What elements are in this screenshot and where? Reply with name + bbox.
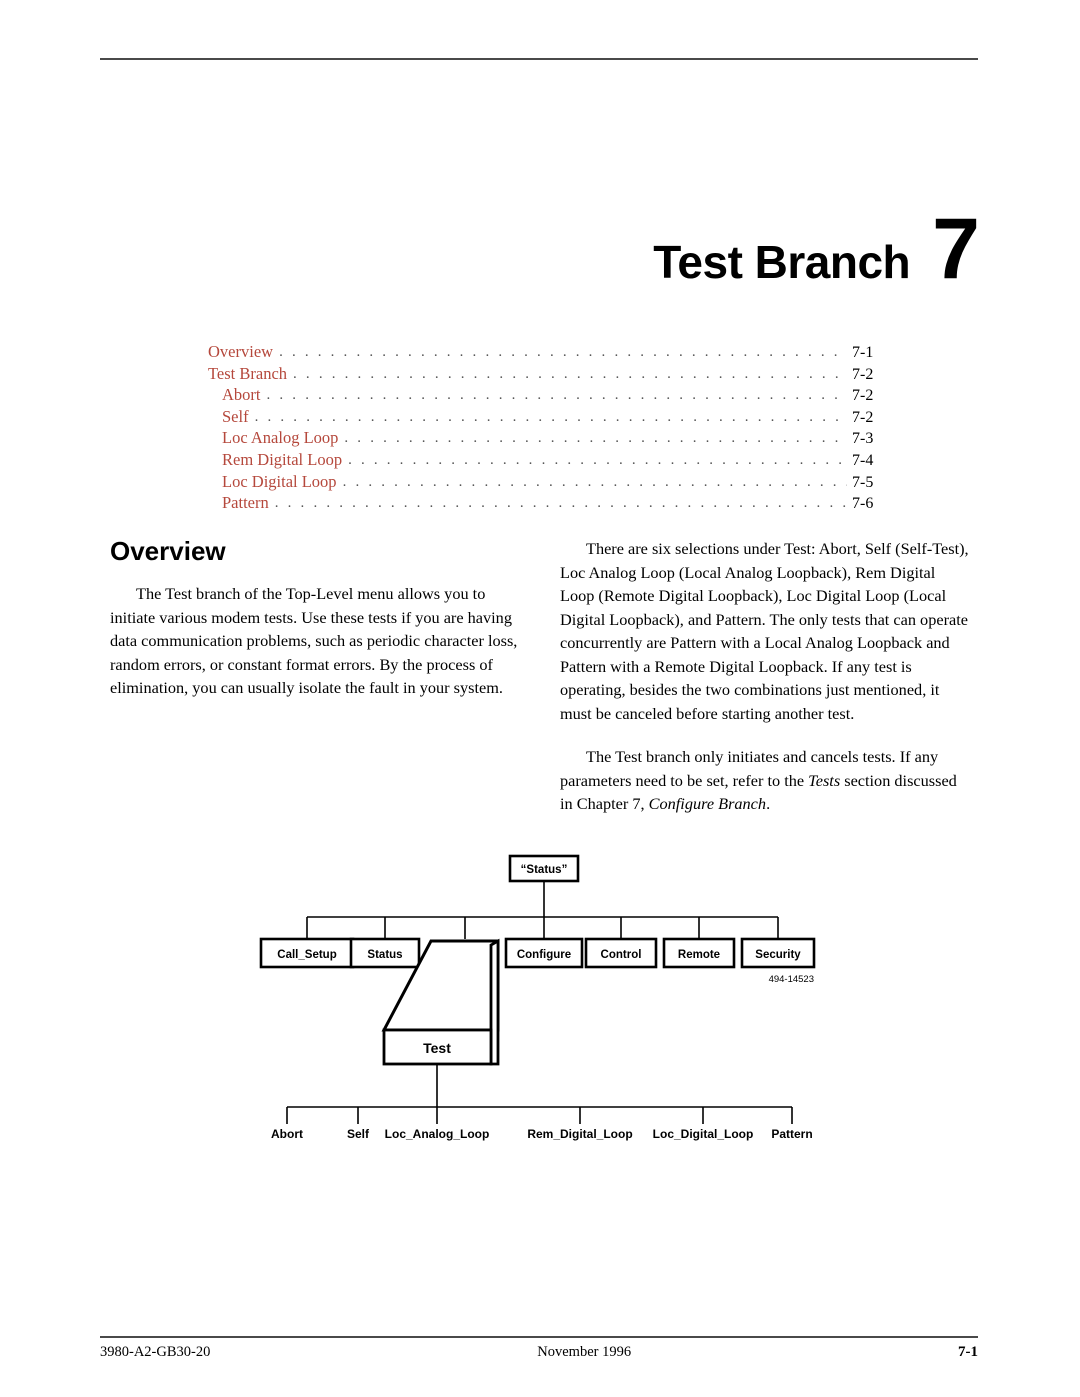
right-column: There are six selections under Test: Abo… xyxy=(560,537,970,816)
diagram-node-remote[interactable]: Remote xyxy=(662,937,736,969)
toc-entry-loc-analog-loop[interactable]: Loc Analog Loop . . . . . . . . . . . . … xyxy=(208,428,894,450)
section-heading-overview: Overview xyxy=(110,536,226,566)
diagram-node-test-label: Test xyxy=(423,1040,451,1056)
toc-entry-page: 7-2 xyxy=(852,408,874,426)
toc-entry-page: 7-6 xyxy=(852,495,874,513)
toc-entry-label: Test Branch xyxy=(208,363,288,383)
toc-leader-dots: . . . . . . . . . . . . . . . . . . . . … xyxy=(344,430,847,447)
toc-leader-dots: . . . . . . . . . . . . . . . . . . . . … xyxy=(342,473,847,490)
diagram-node-status-root[interactable]: “Status” xyxy=(508,854,580,883)
diagram-node-call-setup[interactable]: Call_Setup xyxy=(259,937,355,969)
toc-entry-page: 7-2 xyxy=(852,365,874,383)
toc-entry-page: 7-2 xyxy=(852,387,874,405)
toc-leader-dots: . . . . . . . . . . . . . . . . . . . . … xyxy=(274,495,847,512)
left-column: Overview The Test branch of the Top-Leve… xyxy=(110,536,520,700)
toc-entry-label: Loc Digital Loop xyxy=(222,471,337,491)
diagram-node-configure[interactable]: Configure xyxy=(504,937,584,969)
diagram-node-security-label: Security xyxy=(755,949,801,961)
diagram-node-remote-label: Remote xyxy=(678,949,720,961)
toc-leader-dots: . . . . . . . . . . . . . . . . . . . . … xyxy=(254,408,847,425)
diagram-node-control[interactable]: Control xyxy=(584,937,658,969)
toc-entry-abort[interactable]: Abort . . . . . . . . . . . . . . . . . … xyxy=(208,385,894,407)
toc-entry-rem-digital-loop[interactable]: Rem Digital Loop . . . . . . . . . . . .… xyxy=(208,450,894,472)
diagram-node-control-label: Control xyxy=(601,949,642,961)
page-title: Test Branch 7 xyxy=(653,201,980,297)
right-paragraph-2-italic-tests: Tests xyxy=(808,770,841,790)
footer-rule xyxy=(100,1336,978,1338)
diagram-reference-number: 494-14523 xyxy=(769,974,814,985)
toc-entry-overview[interactable]: Overview . . . . . . . . . . . . . . . .… xyxy=(208,342,894,364)
page-footer: 3980-A2-GB30-20 November 1996 7-1 xyxy=(100,1344,978,1361)
footer-document-number: 3980-A2-GB30-20 xyxy=(100,1344,211,1360)
footer-date: November 1996 xyxy=(537,1344,632,1360)
toc-entry-label: Abort xyxy=(222,385,261,405)
diagram-leaf-abort[interactable]: Abort xyxy=(271,1127,303,1141)
diagram-node-configure-label: Configure xyxy=(517,949,571,961)
toc-entry-page: 7-5 xyxy=(852,473,874,491)
diagram-node-status-root-label: “Status” xyxy=(521,864,568,876)
right-paragraph-2-italic-configure-branch: Configure Branch xyxy=(648,794,767,813)
diagram-node-security[interactable]: Security xyxy=(740,937,816,969)
toc-entry-label: Loc Analog Loop xyxy=(222,428,339,448)
footer-page-number: 7-1 xyxy=(958,1344,978,1360)
diagram-leaf-pattern[interactable]: Pattern xyxy=(771,1127,812,1141)
toc-leader-dots: . . . . . . . . . . . . . . . . . . . . … xyxy=(279,344,847,360)
header-rule xyxy=(100,58,978,60)
menu-tree-diagram: “Status” Call_Setup Status Configure Con… xyxy=(255,845,825,1145)
right-paragraph-1: There are six selections under Test: Abo… xyxy=(560,539,969,723)
toc-entry-label: Pattern xyxy=(222,493,269,513)
diagram-leaf-rem-digital-loop[interactable]: Rem_Digital_Loop xyxy=(527,1127,632,1141)
toc-entry-test-branch[interactable]: Test Branch . . . . . . . . . . . . . . … xyxy=(208,364,894,386)
toc-entry-page: 7-3 xyxy=(852,430,874,448)
toc-leader-dots: . . . . . . . . . . . . . . . . . . . . … xyxy=(293,365,847,382)
diagram-node-status-label: Status xyxy=(367,949,402,961)
toc-leader-dots: . . . . . . . . . . . . . . . . . . . . … xyxy=(348,451,847,468)
right-paragraph-2-text-c: . xyxy=(766,794,771,813)
toc-entry-label: Rem Digital Loop xyxy=(222,449,343,469)
diagram-leaf-self[interactable]: Self xyxy=(347,1127,370,1141)
chapter-number: 7 xyxy=(932,201,980,297)
toc-entry-label: Overview xyxy=(208,342,274,361)
toc-entry-loc-digital-loop[interactable]: Loc Digital Loop . . . . . . . . . . . .… xyxy=(208,472,894,494)
chapter-title-text: Test Branch xyxy=(653,236,911,288)
left-paragraph-1: The Test branch of the Top-Level menu al… xyxy=(110,584,518,697)
diagram-leaf-loc-analog-loop[interactable]: Loc_Analog_Loop xyxy=(385,1127,490,1141)
toc-entry-label: Self xyxy=(222,406,249,426)
toc-entry-page: 7-1 xyxy=(852,344,874,361)
toc-entry-self[interactable]: Self . . . . . . . . . . . . . . . . . .… xyxy=(208,407,894,429)
toc-leader-dots: . . . . . . . . . . . . . . . . . . . . … xyxy=(266,387,848,404)
toc-entry-pattern[interactable]: Pattern . . . . . . . . . . . . . . . . … xyxy=(208,493,894,515)
diagram-node-status[interactable]: Status xyxy=(349,937,421,969)
right-paragraph-2: The Test branch only initiates and cance… xyxy=(560,745,970,816)
toc-entry-page: 7-4 xyxy=(852,451,874,469)
document-page: Test Branch 7 Overview . . . . . . . . .… xyxy=(0,0,1080,1397)
table-of-contents: Overview . . . . . . . . . . . . . . . .… xyxy=(208,342,894,515)
diagram-leaf-loc-digital-loop[interactable]: Loc_Digital_Loop xyxy=(653,1127,754,1141)
diagram-node-call-setup-label: Call_Setup xyxy=(277,949,336,961)
